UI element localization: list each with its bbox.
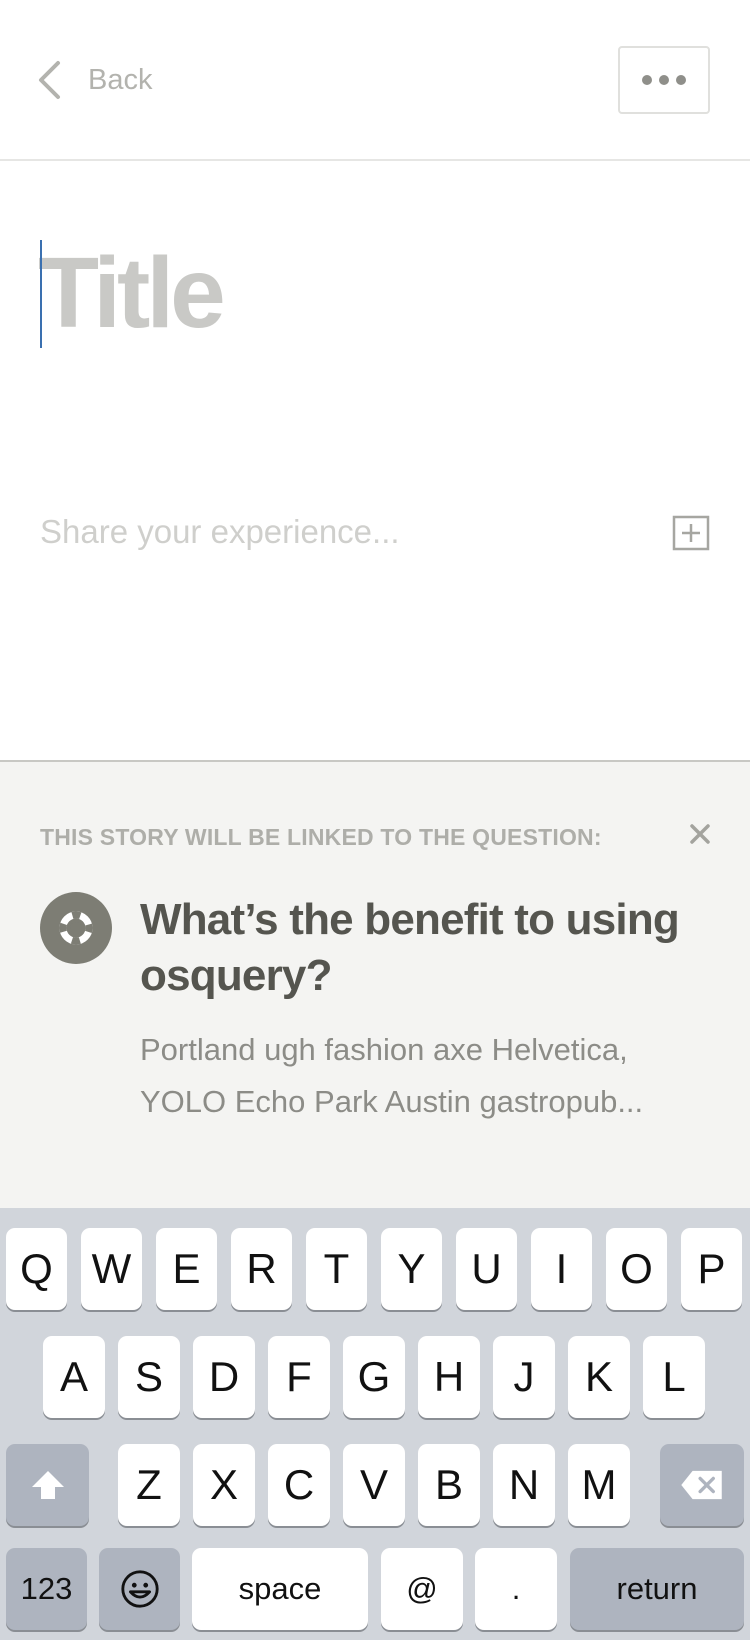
top-nav-bar: Back [0, 0, 750, 161]
lifebuoy-icon [59, 911, 93, 945]
shift-icon [31, 1471, 64, 1499]
key-t[interactable]: T [306, 1228, 367, 1310]
question-description: Portland ugh fashion axe Helvetica, YOLO… [140, 1032, 644, 1119]
story-body-input[interactable] [40, 510, 640, 554]
emoji-icon [120, 1570, 159, 1608]
key-l[interactable]: L [643, 1336, 705, 1418]
add-media-button[interactable] [672, 515, 710, 551]
close-icon [690, 824, 710, 844]
key-j[interactable]: J [493, 1336, 555, 1418]
key-o[interactable]: O [606, 1228, 667, 1310]
key-x[interactable]: X [193, 1444, 255, 1526]
key-b[interactable]: B [418, 1444, 480, 1526]
key-q[interactable]: Q [6, 1228, 67, 1310]
key-f[interactable]: F [268, 1336, 330, 1418]
key-y[interactable]: Y [381, 1228, 442, 1310]
question-avatar [40, 892, 112, 964]
key-m[interactable]: M [568, 1444, 630, 1526]
ellipsis-icon [642, 75, 652, 85]
linked-question-label: THIS STORY WILL BE LINKED TO THE QUESTIO… [40, 824, 602, 850]
shift-key[interactable] [6, 1444, 89, 1526]
more-options-button[interactable] [618, 46, 710, 114]
key-c[interactable]: C [268, 1444, 330, 1526]
key-u[interactable]: U [456, 1228, 517, 1310]
key-e[interactable]: E [156, 1228, 217, 1310]
backspace-icon [681, 1470, 722, 1500]
key-r[interactable]: R [231, 1228, 292, 1310]
key-s[interactable]: S [118, 1336, 180, 1418]
numbers-key[interactable]: 123 [6, 1548, 87, 1630]
close-linked-question-button[interactable] [686, 820, 714, 848]
back-label: Back [88, 63, 153, 96]
key-p[interactable]: P [681, 1228, 742, 1310]
key-w[interactable]: W [81, 1228, 142, 1310]
key-v[interactable]: V [343, 1444, 405, 1526]
return-key[interactable]: return [570, 1548, 744, 1630]
back-button[interactable]: Back [36, 58, 152, 102]
key-k[interactable]: K [568, 1336, 630, 1418]
ellipsis-dot [659, 75, 669, 85]
key-n[interactable]: N [493, 1444, 555, 1526]
ellipsis-dot [676, 75, 686, 85]
title-input[interactable] [38, 238, 638, 348]
key-a[interactable]: A [43, 1336, 105, 1418]
key-i[interactable]: I [531, 1228, 592, 1310]
space-key[interactable]: space [192, 1548, 368, 1630]
chevron-left-icon [39, 61, 60, 99]
at-key[interactable]: @ [381, 1548, 463, 1630]
on-screen-keyboard: Q W E R T Y U I O P A S D F G H J K L Z … [0, 1208, 750, 1640]
key-h[interactable]: H [418, 1336, 480, 1418]
plus-square-icon [672, 515, 710, 551]
key-g[interactable]: G [343, 1336, 405, 1418]
linked-question-panel: THIS STORY WILL BE LINKED TO THE QUESTIO… [0, 760, 750, 1208]
key-z[interactable]: Z [118, 1444, 180, 1526]
question-title[interactable]: What’s the benefit to using osquery? [140, 892, 700, 1004]
text-caret [40, 240, 42, 348]
period-key[interactable]: . [475, 1548, 557, 1630]
key-d[interactable]: D [193, 1336, 255, 1418]
delete-key[interactable] [660, 1444, 744, 1526]
emoji-key[interactable] [99, 1548, 180, 1630]
